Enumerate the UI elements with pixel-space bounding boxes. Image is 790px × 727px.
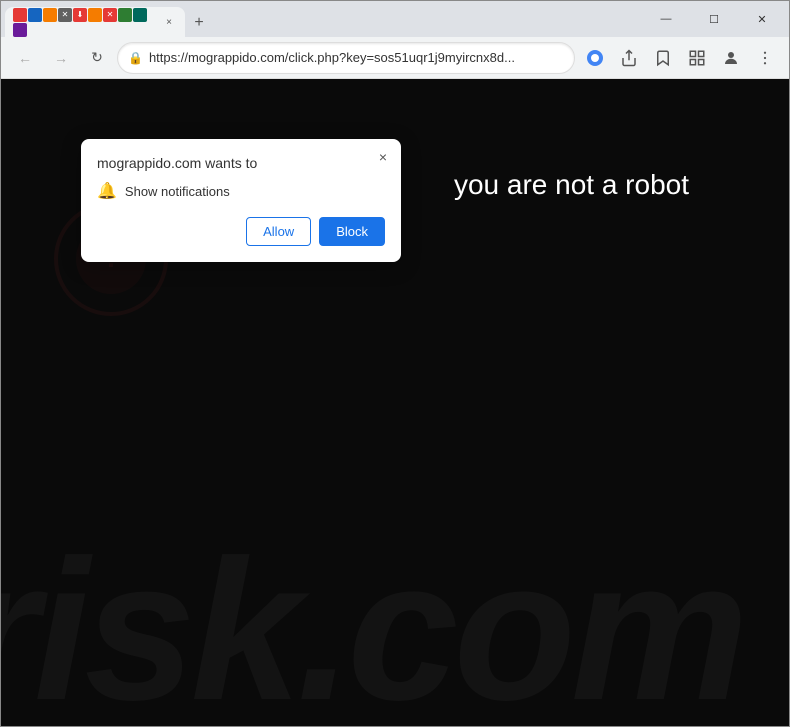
address-bar[interactable]: 🔒 https://mograppido.com/click.php?key=s… <box>117 42 575 74</box>
popup-option-text: Show notifications <box>125 184 230 199</box>
page-heading: you are not a robot <box>454 169 689 201</box>
popup-buttons: Allow Block <box>97 217 385 246</box>
tab-close-button[interactable]: × <box>161 14 177 30</box>
bookmark-button[interactable] <box>647 42 679 74</box>
bell-icon: 🔔 <box>97 181 117 201</box>
close-button[interactable]: ✕ <box>739 3 785 35</box>
minimize-button[interactable]: — <box>643 3 689 35</box>
nav-bar: ← → ↻ 🔒 https://mograppido.com/click.php… <box>1 37 789 79</box>
lock-icon: 🔒 <box>128 51 143 65</box>
google-button[interactable] <box>579 42 611 74</box>
active-tab[interactable]: ✕ ⬇ ✕ × <box>5 7 185 37</box>
refresh-button[interactable]: ↻ <box>81 42 113 74</box>
popup-title: mograppido.com wants to <box>97 155 385 171</box>
forward-button[interactable]: → <box>45 42 77 74</box>
share-button[interactable] <box>613 42 645 74</box>
title-bar: ✕ ⬇ ✕ × + — ☐ ✕ <box>1 1 789 37</box>
background-watermark: risk.com <box>1 516 744 726</box>
favicon-1 <box>13 8 27 22</box>
new-tab-button[interactable]: + <box>185 9 213 37</box>
profile-button[interactable] <box>715 42 747 74</box>
back-button[interactable]: ← <box>9 42 41 74</box>
notification-popup: × mograppido.com wants to 🔔 Show notific… <box>81 139 401 262</box>
browser-window: ✕ ⬇ ✕ × + — ☐ ✕ ← → ↻ 🔒 https:// <box>0 0 790 727</box>
maximize-button[interactable]: ☐ <box>691 3 737 35</box>
allow-button[interactable]: Allow <box>246 217 311 246</box>
nav-right-icons <box>579 42 781 74</box>
favicon-5: ⬇ <box>73 8 87 22</box>
favicon-7: ✕ <box>103 8 117 22</box>
favicon-9 <box>133 8 147 22</box>
favicon-6 <box>88 8 102 22</box>
page-content: ! risk.com you are not a robot × mograpp… <box>1 79 789 726</box>
block-button[interactable]: Block <box>319 217 385 246</box>
favicon-8 <box>118 8 132 22</box>
extensions-button[interactable] <box>681 42 713 74</box>
favicon-10 <box>13 23 27 37</box>
window-controls: — ☐ ✕ <box>643 3 785 35</box>
popup-option: 🔔 Show notifications <box>97 181 385 201</box>
url-text: https://mograppido.com/click.php?key=sos… <box>149 50 564 65</box>
tab-bar: ✕ ⬇ ✕ × + <box>5 1 637 37</box>
tab-favicons: ✕ ⬇ ✕ <box>13 8 153 37</box>
favicon-4: ✕ <box>58 8 72 22</box>
popup-close-button[interactable]: × <box>373 147 393 167</box>
favicon-2 <box>28 8 42 22</box>
menu-button[interactable] <box>749 42 781 74</box>
favicon-3 <box>43 8 57 22</box>
